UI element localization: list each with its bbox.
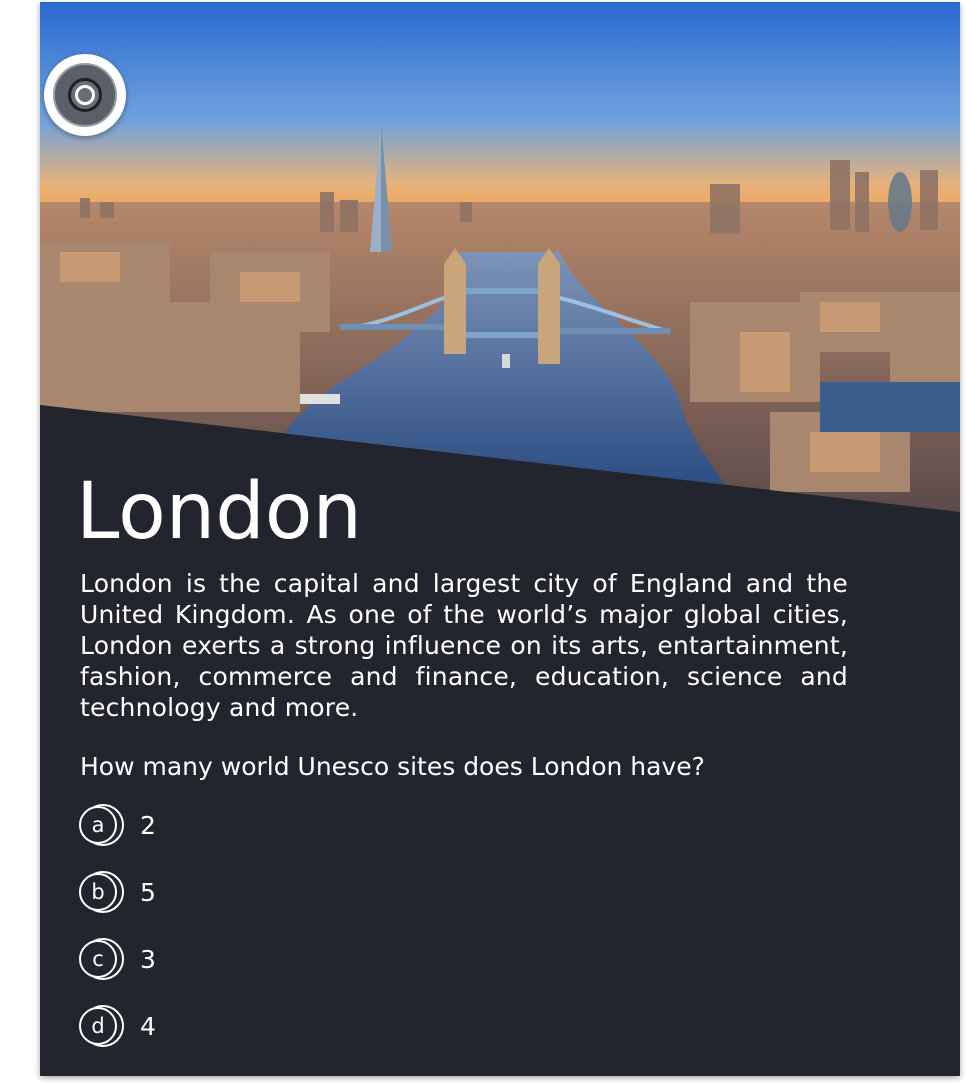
option-c[interactable]: c 3 — [78, 936, 478, 982]
page-title: London — [76, 467, 362, 557]
option-letter: d — [79, 1007, 117, 1045]
option-letter: c — [79, 940, 117, 978]
city-description: London is the capital and largest city o… — [80, 569, 848, 722]
option-value: 2 — [140, 810, 156, 840]
option-b-badge-icon: b — [78, 869, 124, 915]
option-value: 4 — [140, 1011, 156, 1041]
option-d-badge-icon: d — [78, 1003, 124, 1049]
option-a-badge-icon: a — [78, 802, 124, 848]
option-letter: a — [79, 806, 117, 844]
option-value: 3 — [140, 944, 156, 974]
logo-badge-icon — [44, 54, 126, 136]
quiz-card: London London is the capital and largest… — [40, 2, 960, 1076]
option-d[interactable]: d 4 — [78, 1003, 478, 1049]
option-value: 5 — [140, 877, 156, 907]
badge-ring — [68, 78, 102, 112]
option-c-badge-icon: c — [78, 936, 124, 982]
option-b[interactable]: b 5 — [78, 869, 478, 915]
hero-image — [40, 2, 960, 512]
badge-inner — [53, 63, 117, 127]
badge-core — [75, 85, 95, 105]
quiz-question: How many world Unesco sites does London … — [80, 752, 705, 781]
london-skyline-image — [40, 2, 960, 512]
option-a[interactable]: a 2 — [78, 802, 478, 848]
answer-options: a 2 b 5 c 3 d 4 — [78, 802, 478, 1070]
option-letter: b — [79, 873, 117, 911]
